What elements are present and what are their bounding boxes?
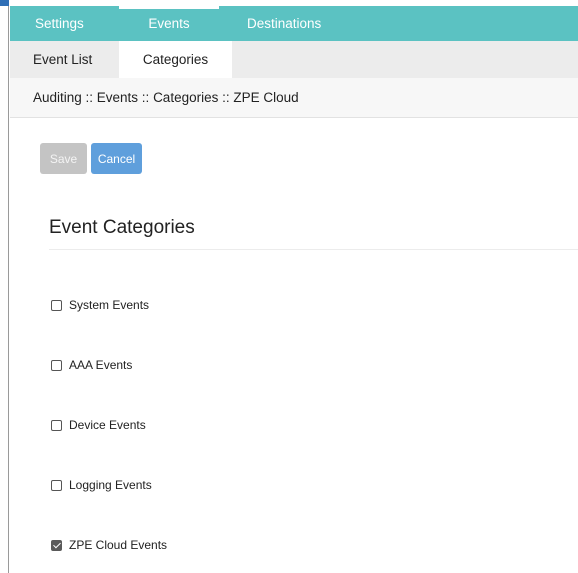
checkbox[interactable] [51, 299, 62, 311]
tab-settings[interactable]: Settings [10, 6, 119, 41]
checkbox[interactable] [51, 359, 62, 371]
tab-events[interactable]: Events [119, 6, 219, 41]
save-button[interactable]: Save [40, 143, 87, 174]
sub-nav: Event List Categories [10, 41, 578, 78]
category-device-events[interactable]: Device Events [51, 418, 146, 432]
cancel-button[interactable]: Cancel [91, 143, 142, 174]
breadcrumb: Auditing :: Events :: Categories :: ZPE … [10, 78, 578, 118]
checkbox-label: Device Events [69, 418, 146, 432]
checkbox-label: Logging Events [69, 478, 152, 492]
tab-event-list[interactable]: Event List [10, 41, 119, 78]
checkbox[interactable] [51, 419, 62, 431]
checkbox-label: ZPE Cloud Events [69, 538, 168, 552]
top-nav: Settings Events Destinations [10, 6, 578, 41]
checkbox-label: System Events [69, 298, 150, 312]
tab-destinations[interactable]: Destinations [219, 6, 321, 41]
category-zpe-cloud-events[interactable]: ZPE Cloud Events [51, 538, 167, 552]
window-accent [0, 0, 9, 6]
checkbox[interactable] [51, 479, 62, 491]
checkbox-label: AAA Events [69, 358, 133, 372]
category-aaa-events[interactable]: AAA Events [51, 358, 132, 372]
window-left-border [0, 0, 9, 573]
checkbox[interactable] [51, 539, 62, 551]
category-system-events[interactable]: System Events [51, 298, 149, 312]
section-title: Event Categories [49, 217, 195, 238]
tab-categories[interactable]: Categories [119, 41, 232, 78]
section-divider [49, 249, 578, 250]
category-logging-events[interactable]: Logging Events [51, 478, 152, 492]
